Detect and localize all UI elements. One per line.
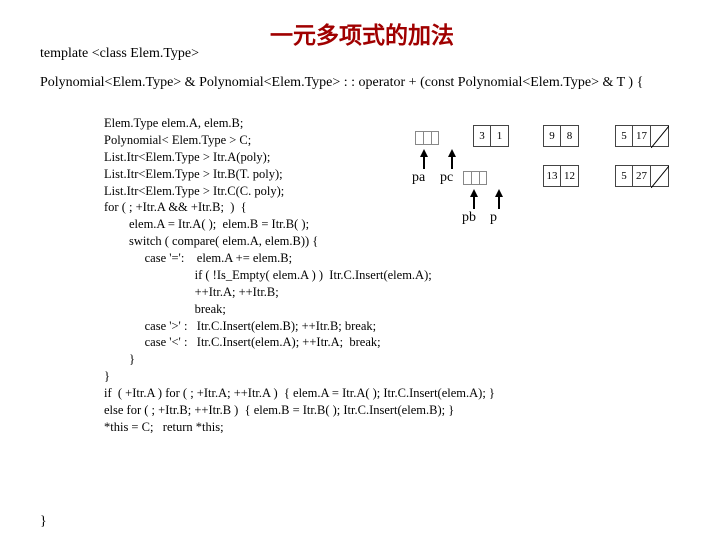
list-row-1: 3 1 9 8 5 17 pa pc: [415, 125, 705, 155]
coef-cell: 13: [543, 165, 561, 187]
coef-cell: 9: [543, 125, 561, 147]
pointer-label: pb: [462, 210, 476, 226]
list-node: 13 12: [543, 165, 579, 187]
arrow-up-icon: [420, 149, 428, 157]
arrow-up-icon: [470, 189, 478, 197]
exp-cell: 8: [561, 125, 579, 147]
list-node: 9 8: [543, 125, 579, 147]
list-node: 5 17: [615, 125, 669, 147]
page-title: 一元多项式的加法: [270, 16, 454, 50]
list-node: 5 27: [615, 165, 669, 187]
exp-cell: 12: [561, 165, 579, 187]
arrow-up-icon: [448, 149, 456, 157]
coef-cell: 5: [615, 125, 633, 147]
pointer-label: p: [490, 210, 497, 226]
terminator-icon: [651, 165, 669, 187]
coef-cell: 3: [473, 125, 491, 147]
head-node: [463, 171, 487, 185]
list-node: 3 1: [473, 125, 509, 147]
exp-cell: 27: [633, 165, 651, 187]
coef-cell: 5: [615, 165, 633, 187]
head-node: [415, 131, 439, 145]
function-signature: Polynomial<Elem.Type> & Polynomial<Elem.…: [40, 75, 680, 91]
list-row-2: 13 12 5 27 pb p: [415, 165, 705, 195]
exp-cell: 17: [633, 125, 651, 147]
template-declaration: template <class Elem.Type>: [40, 46, 199, 62]
closing-brace: }: [40, 514, 47, 530]
exp-cell: 1: [491, 125, 509, 147]
arrow-up-icon: [495, 189, 503, 197]
terminator-icon: [651, 125, 669, 147]
linked-list-diagram: 3 1 9 8 5 17 pa pc 13 12 5 27 pb p: [415, 125, 705, 205]
